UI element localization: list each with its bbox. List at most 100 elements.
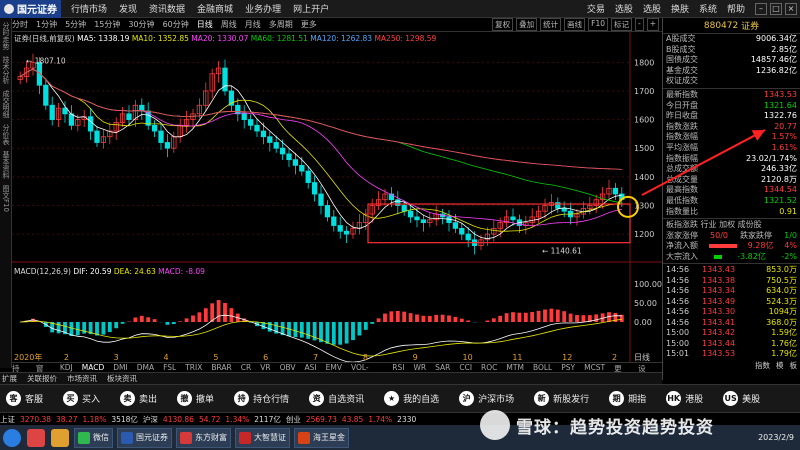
chart-tool-3[interactable]: 画线 <box>564 18 586 31</box>
period-tab-3[interactable]: 15分钟 <box>94 19 120 30</box>
right-menu-item-2[interactable]: 选股 <box>643 2 661 15</box>
indicator-tab-15[interactable]: RSI <box>392 363 404 372</box>
sub-tab-0[interactable]: 扩展 <box>0 373 19 384</box>
indicator-tab-5[interactable]: DMA <box>137 363 154 372</box>
taskbar-app[interactable]: 东方财富 <box>176 427 231 448</box>
func-label: 我的自选 <box>403 395 440 405</box>
indicator-tab-8[interactable]: BRAR <box>211 363 231 372</box>
period-tab-7[interactable]: 周线 <box>221 19 237 30</box>
indicator-tab-6[interactable]: FSL <box>163 363 176 372</box>
indicator-tab-23[interactable]: MCST <box>584 363 605 372</box>
period-tab-2[interactable]: 5分钟 <box>65 19 86 30</box>
period-tab-4[interactable]: 30分钟 <box>128 19 154 30</box>
indicator-tab-19[interactable]: ROC <box>481 363 497 372</box>
close-icon[interactable]: × <box>785 2 797 15</box>
indicator-tab-17[interactable]: SAR <box>435 363 450 372</box>
chart-tool-2[interactable]: 统计 <box>540 18 562 31</box>
app-icon[interactable] <box>27 428 45 447</box>
left-tab-5[interactable]: 图文F10 <box>1 185 11 212</box>
right-menu-item-4[interactable]: 系统 <box>699 2 717 15</box>
chart-tool-7[interactable]: + <box>646 18 659 31</box>
indicator-tab-7[interactable]: TRIX <box>185 363 202 372</box>
chart-tool-1[interactable]: 叠加 <box>516 18 538 31</box>
indicator-tab-25[interactable]: 设置 <box>638 363 653 384</box>
sub-tab-2[interactable]: 市场资讯 <box>65 373 99 384</box>
right-menu-item-3[interactable]: 换肤 <box>671 2 689 15</box>
taskbar-app[interactable]: 大智慧证 <box>235 427 290 448</box>
macd-value: MACD: -8.09 <box>158 267 205 276</box>
left-tab-3[interactable]: 分价表 <box>1 124 11 145</box>
func-button-6[interactable]: ★ 我的自选 <box>384 391 439 406</box>
indicator-tab-0[interactable]: 持仓 <box>12 363 27 384</box>
indicator-tab-11[interactable]: OBV <box>280 363 296 372</box>
chart-tool-4[interactable]: F10 <box>588 18 608 31</box>
macd-dea: DEA: 24.63 <box>114 267 158 276</box>
panel-tab-1[interactable]: 模 <box>776 360 784 371</box>
menu-item-1[interactable]: 发现 <box>119 2 137 15</box>
taskbar-app[interactable]: 国元证券 <box>117 427 172 448</box>
sub-tab-3[interactable]: 板块资讯 <box>105 373 139 384</box>
panel-tab-text: 板指涨跌 行业 加权 成份股 <box>666 220 762 230</box>
func-button-5[interactable]: 资自选资讯 <box>309 391 364 406</box>
func-button-4[interactable]: 持持仓行情 <box>234 391 289 406</box>
period-tab-0[interactable]: 分时 <box>12 19 28 30</box>
left-tab-2[interactable]: 成交明细 <box>1 90 11 118</box>
left-tab-1[interactable]: 技术分析 <box>1 56 11 84</box>
panel-tab-line[interactable]: 板指涨跌 行业 加权 成份股 <box>663 220 800 231</box>
indicator-tab-14[interactable]: VOL-TDX <box>351 363 383 381</box>
indicator-tab-18[interactable]: CCI <box>459 363 472 372</box>
menu-item-2[interactable]: 资讯数据 <box>149 2 185 15</box>
func-button-2[interactable]: 卖卖出 <box>120 391 157 406</box>
period-tab-6[interactable]: 日线 <box>197 19 213 30</box>
maximize-icon[interactable]: □ <box>770 2 782 15</box>
menu-item-3[interactable]: 金融商城 <box>197 2 233 15</box>
indicator-tab-13[interactable]: EMV <box>326 363 342 372</box>
indicator-tab-1[interactable]: 窗口 <box>36 363 51 384</box>
taskbar-app[interactable]: 微信 <box>74 427 113 448</box>
flow-label: 大宗流入 <box>666 251 698 261</box>
right-menu-item-1[interactable]: 选股 <box>615 2 633 15</box>
menu-item-0[interactable]: 行情市场 <box>71 2 107 15</box>
func-button-0[interactable]: 客客服 <box>6 391 43 406</box>
ticker-item: 3518亿 <box>111 414 138 424</box>
chart-tool-0[interactable]: 复权 <box>492 18 514 31</box>
panel-tab-0[interactable]: 指数 <box>755 360 770 371</box>
indicator-tab-24[interactable]: 更多 <box>614 363 629 384</box>
period-tab-1[interactable]: 1分钟 <box>36 19 57 30</box>
taskbar-app[interactable]: 海王星金 <box>294 427 349 448</box>
period-tab-9[interactable]: 多周期 <box>269 19 293 30</box>
candle-body <box>151 124 158 132</box>
func-button-1[interactable]: 买买入 <box>63 391 100 406</box>
indicator-tab-22[interactable]: PSY <box>561 363 575 372</box>
chart-tool-5[interactable]: 标记 <box>610 18 632 31</box>
menu-item-4[interactable]: 业务办理 <box>245 2 281 15</box>
left-tab-0[interactable]: 分时走势 <box>1 22 11 50</box>
left-tab-4[interactable]: 基本资料 <box>1 151 11 179</box>
indicator-tab-4[interactable]: DMI <box>113 363 127 372</box>
menu-item-5[interactable]: 网上开户 <box>293 2 329 15</box>
row-value: 14857.46亿 <box>750 55 797 65</box>
period-tab-5[interactable]: 60分钟 <box>163 19 189 30</box>
indicator-tab-3[interactable]: MACD <box>82 363 104 372</box>
indicator-tab-21[interactable]: BOLL <box>533 363 552 372</box>
chart-tool-6[interactable]: - <box>634 18 644 31</box>
right-menu-item-0[interactable]: 交易 <box>587 2 605 15</box>
indicator-tab-20[interactable]: MTM <box>506 363 524 372</box>
stat-row: 指数量比 0.91 <box>663 207 800 218</box>
sub-tab-1[interactable]: 关联报价 <box>25 373 59 384</box>
start-icon[interactable] <box>3 428 21 447</box>
period-tab-8[interactable]: 月线 <box>245 19 261 30</box>
indicator-tab-12[interactable]: ASI <box>305 363 317 372</box>
indicator-tab-9[interactable]: CR <box>241 363 251 372</box>
panel-tab-2[interactable]: 板 <box>790 360 798 371</box>
indicator-tab-10[interactable]: VR <box>260 363 270 372</box>
folder-icon[interactable] <box>51 428 69 447</box>
func-button-3[interactable]: 撤撤单 <box>177 391 214 406</box>
broker-logo[interactable]: 国元证券 <box>0 0 61 18</box>
minimize-icon[interactable]: – <box>755 2 767 15</box>
indicator-tab-16[interactable]: WR <box>413 363 426 372</box>
kline-chart[interactable]: 1800170016001500140013001200证券(日线,前复权) M… <box>12 32 662 362</box>
right-menu-item-5[interactable]: 帮助 <box>727 2 745 15</box>
indicator-tab-2[interactable]: KDJ <box>60 363 73 372</box>
period-tab-10[interactable]: 更多 <box>301 19 317 30</box>
